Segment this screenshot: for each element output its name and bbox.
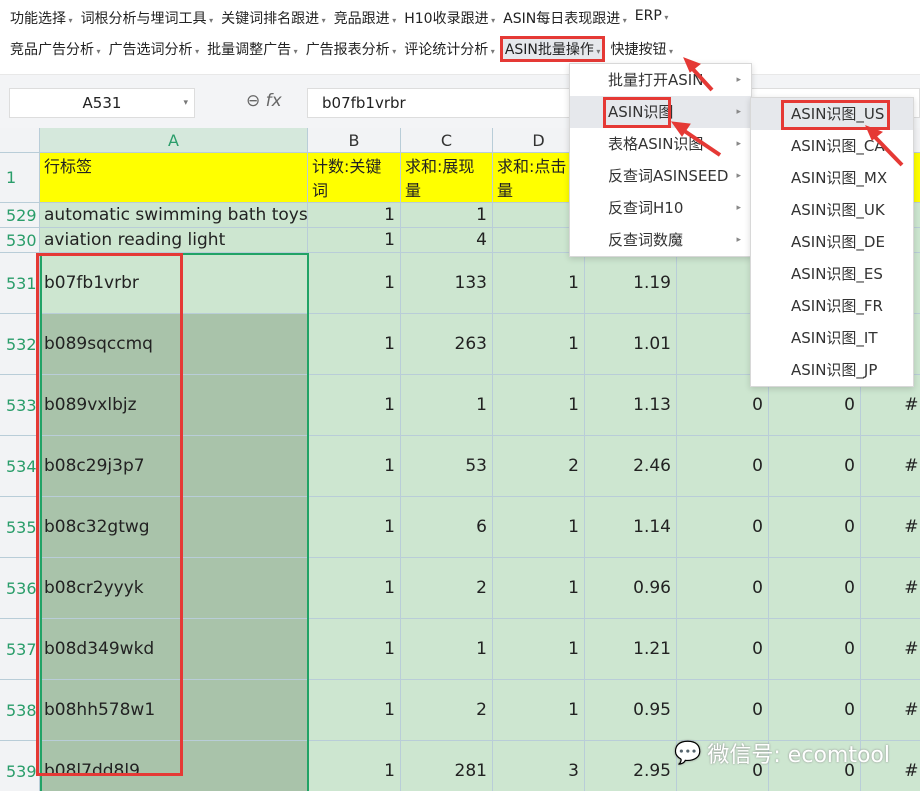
watermark-text: 微信号: ecomtool [707, 743, 890, 768]
annotation-arrows [670, 57, 904, 167]
watermark: 💬 微信号: ecomtool [674, 737, 890, 769]
wechat-icon: 💬 [674, 740, 702, 766]
